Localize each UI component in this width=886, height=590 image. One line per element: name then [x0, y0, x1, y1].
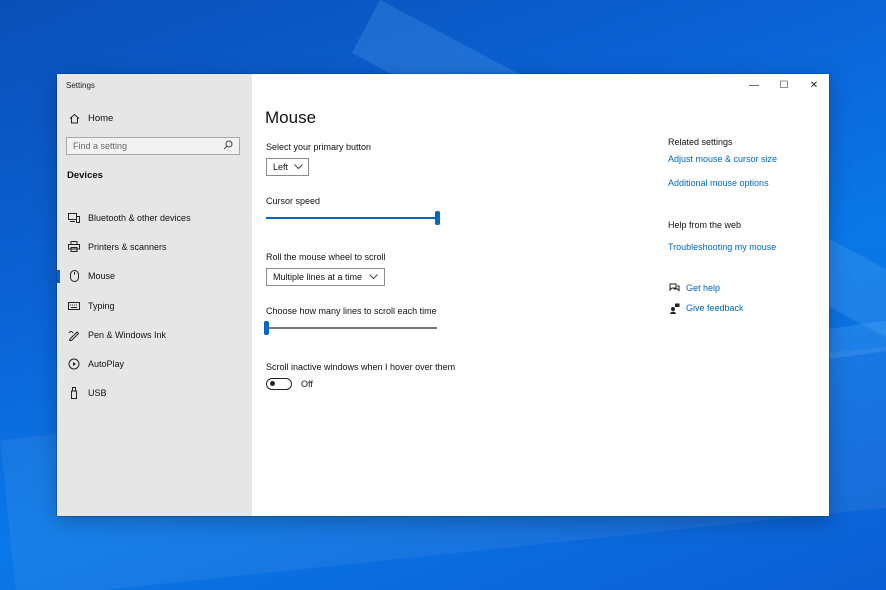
lines-slider[interactable] [264, 321, 437, 335]
sidebar-item-label: AutoPlay [88, 359, 125, 370]
cursor-speed-slider[interactable] [266, 211, 440, 225]
printer-icon [67, 241, 81, 253]
maximize-button[interactable]: ☐ [769, 74, 799, 96]
scroll-mode-value: Multiple lines at a time [273, 272, 363, 282]
search-placeholder: Find a setting [73, 141, 128, 151]
scroll-mode-dropdown[interactable]: Multiple lines at a time [266, 268, 385, 286]
home-icon [67, 112, 81, 124]
sidebar-item-pen[interactable]: Pen & Windows Ink [57, 320, 252, 349]
slider-thumb[interactable] [264, 321, 269, 335]
lines-label: Choose how many lines to scroll each tim… [266, 306, 437, 316]
chevron-down-icon [369, 273, 378, 282]
get-help-label: Get help [686, 283, 721, 293]
keyboard-icon [67, 300, 81, 312]
primary-button-value: Left [273, 162, 289, 172]
autoplay-icon [67, 358, 81, 370]
help-heading: Help from the web [668, 220, 742, 230]
give-feedback-link[interactable]: Give feedback [668, 302, 744, 314]
slider-thumb[interactable] [435, 211, 440, 225]
sidebar-item-typing[interactable]: Typing [57, 291, 252, 320]
primary-button-dropdown[interactable]: Left [266, 158, 309, 176]
search-icon [223, 140, 233, 152]
minimize-button[interactable]: — [739, 74, 769, 96]
slider-track [266, 327, 437, 329]
inactive-scroll-toggle-row: Off [266, 378, 313, 390]
slider-fill [266, 217, 437, 219]
scroll-label: Roll the mouse wheel to scroll [266, 252, 386, 262]
close-button[interactable]: ✕ [799, 74, 829, 96]
get-help-link[interactable]: Get help [668, 282, 720, 294]
home-nav-item[interactable]: Home [67, 112, 113, 124]
sidebar: Settings Home Find a setting Devices Blu… [57, 74, 252, 516]
inactive-scroll-toggle[interactable] [266, 378, 292, 390]
settings-window: Settings Home Find a setting Devices Blu… [57, 74, 829, 516]
get-help-icon [668, 282, 680, 294]
toggle-knob [270, 381, 275, 386]
troubleshooting-link[interactable]: Troubleshooting my mouse [668, 242, 776, 252]
feedback-icon [668, 302, 680, 314]
sidebar-item-autoplay[interactable]: AutoPlay [57, 349, 252, 378]
app-title: Settings [66, 81, 95, 90]
cursor-speed-label: Cursor speed [266, 196, 321, 206]
inactive-scroll-label: Scroll inactive windows when I hover ove… [266, 362, 456, 372]
mouse-icon [67, 270, 81, 283]
page-title: Mouse [265, 108, 317, 127]
toggle-state: Off [301, 379, 313, 389]
window-controls: — ☐ ✕ [739, 74, 829, 96]
sidebar-item-label: Typing [88, 300, 115, 311]
sidebar-item-usb[interactable]: USB [57, 379, 252, 408]
chevron-down-icon [294, 163, 303, 172]
give-feedback-label: Give feedback [686, 303, 744, 313]
bluetooth-devices-icon [67, 212, 81, 224]
sidebar-item-label: Bluetooth & other devices [88, 212, 191, 223]
sidebar-item-printers[interactable]: Printers & scanners [57, 232, 252, 261]
home-label: Home [88, 112, 114, 124]
sidebar-nav: Bluetooth & other devices Printers & sca… [57, 203, 252, 408]
sidebar-item-label: Mouse [88, 271, 116, 282]
related-settings-heading: Related settings [668, 137, 733, 147]
usb-icon [67, 387, 81, 400]
search-input[interactable]: Find a setting [66, 137, 240, 155]
primary-button-label: Select your primary button [266, 142, 372, 152]
additional-mouse-options-link[interactable]: Additional mouse options [668, 178, 769, 188]
section-heading-devices: Devices [67, 170, 103, 181]
adjust-cursor-link[interactable]: Adjust mouse & cursor size [668, 154, 777, 164]
sidebar-item-mouse[interactable]: Mouse [57, 262, 252, 291]
sidebar-item-label: Pen & Windows Ink [88, 329, 167, 340]
sidebar-item-label: USB [88, 388, 107, 399]
sidebar-item-label: Printers & scanners [88, 241, 167, 252]
sidebar-item-bluetooth[interactable]: Bluetooth & other devices [57, 203, 252, 232]
pen-icon [67, 329, 81, 341]
